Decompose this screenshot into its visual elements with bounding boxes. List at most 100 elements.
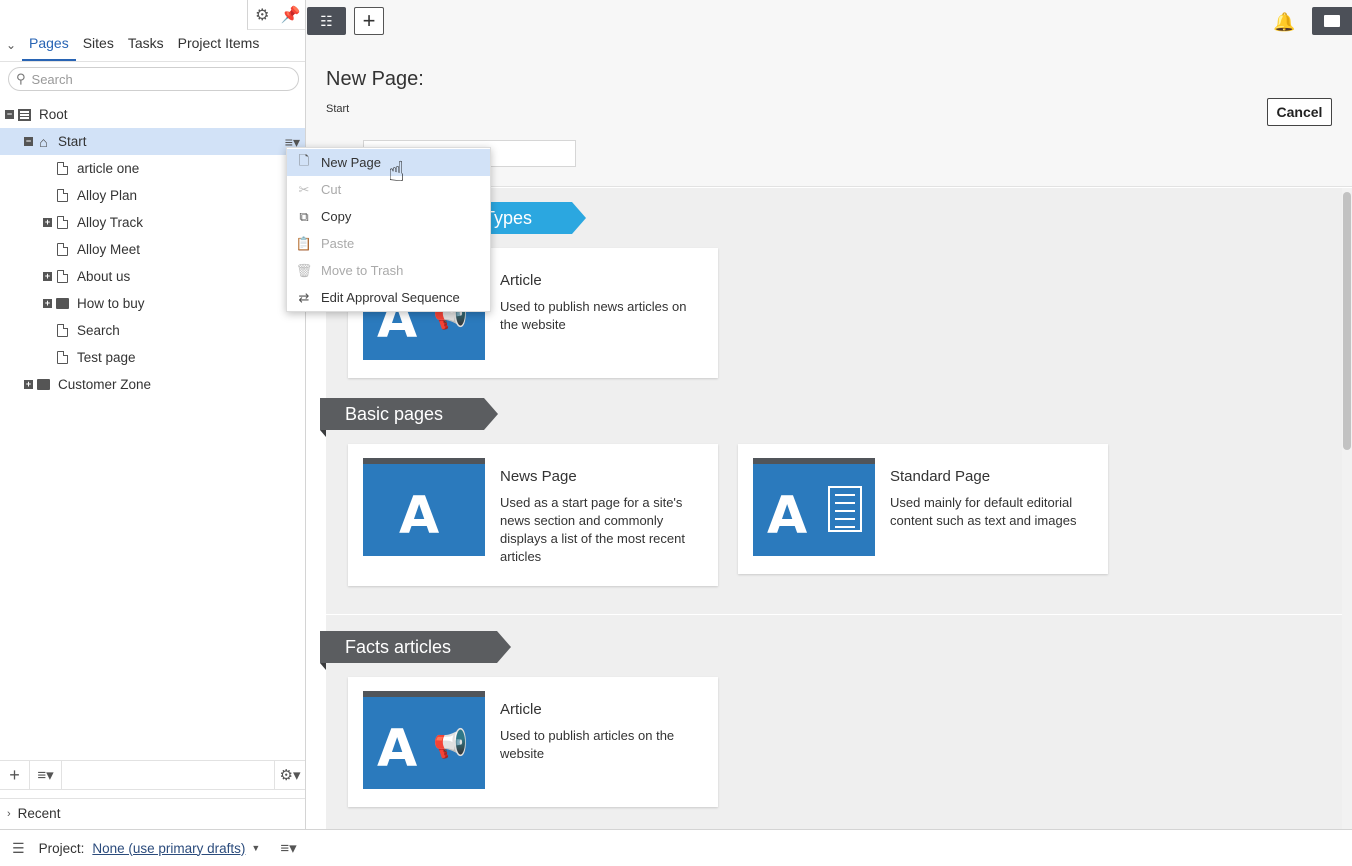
tree-node[interactable]: − ⌂ Start ≡▾ xyxy=(0,128,305,155)
search-input[interactable] xyxy=(31,71,272,87)
recent-section[interactable]: › Recent xyxy=(0,798,305,828)
expand-chevron-icon: › xyxy=(7,807,11,820)
tree-node[interactable]: + Customer Zone xyxy=(0,371,305,398)
page-title: New Page: xyxy=(326,68,424,90)
group-header-facts-articles: Facts articles xyxy=(320,631,511,670)
search-box: ⚲ xyxy=(8,67,299,91)
toggle-tree-button[interactable]: ☷ xyxy=(307,7,346,35)
tree-node[interactable]: Test page xyxy=(0,344,305,371)
collapse-icon[interactable]: − xyxy=(24,137,33,146)
folder-icon xyxy=(1324,15,1340,27)
tree-node[interactable]: + Alloy Track xyxy=(0,209,305,236)
page-icon xyxy=(55,243,70,257)
collapse-icon[interactable]: − xyxy=(5,110,14,119)
content-type-thumbnail: A 📢 xyxy=(363,691,485,789)
new-page-icon: 🗋 xyxy=(298,152,310,168)
group-separator xyxy=(326,614,1342,615)
settings-menu-icon[interactable]: ⚙▾ xyxy=(275,761,305,789)
tree-node[interactable]: + About us xyxy=(0,263,305,290)
add-icon[interactable]: + xyxy=(0,761,30,789)
group-header-basic-pages: Basic pages xyxy=(320,398,498,437)
card-title: News Page xyxy=(500,468,577,485)
tree-node[interactable]: Alloy Meet xyxy=(0,236,305,263)
assets-pane-button[interactable] xyxy=(1312,7,1352,35)
paste-icon: 📋 xyxy=(295,235,313,251)
letter-a-icon: A xyxy=(377,719,418,779)
pin-icon[interactable]: 📌 xyxy=(277,0,306,29)
tree-node-label: About us xyxy=(77,269,131,284)
expand-icon[interactable]: + xyxy=(43,218,52,227)
menu-item-label: Move to Trash xyxy=(321,263,404,278)
tree-node-label: Alloy Meet xyxy=(77,242,141,257)
content-type-card-standard-page[interactable]: A Standard Page Used mainly for default … xyxy=(738,444,1108,574)
nav-bottom-tools: + ≡▾ ⚙▾ xyxy=(0,760,305,790)
card-title: Article xyxy=(500,272,542,289)
vertical-scrollbar[interactable] xyxy=(1342,188,1352,829)
expand-icon[interactable]: + xyxy=(24,380,33,389)
project-bar: ☰ Project: None (use primary drafts) ▼ ≡… xyxy=(0,829,1352,866)
project-menu-icon[interactable]: ≡▾ xyxy=(280,839,296,857)
tab-pages[interactable]: Pages xyxy=(22,35,76,61)
tab-tasks[interactable]: Tasks xyxy=(121,35,171,61)
tree-node[interactable]: Alloy Plan xyxy=(0,182,305,209)
bottom-tools-spacer xyxy=(62,761,275,789)
page-icon xyxy=(55,324,70,338)
project-icon: ☰ xyxy=(12,839,25,856)
add-button[interactable]: + xyxy=(354,7,384,35)
folder-icon xyxy=(36,378,51,392)
card-description: Used to publish news articles on the web… xyxy=(500,299,687,332)
search-icon: ⚲ xyxy=(16,71,26,86)
content-type-card-facts-article[interactable]: A 📢 Article Used to publish articles on … xyxy=(348,677,718,807)
menu-item-paste: 📋 Paste xyxy=(287,230,490,257)
project-selector[interactable]: None (use primary drafts) xyxy=(92,841,245,856)
navigation-pane: ⚙ 📌 ⌄ Pages Sites Tasks Project Items ⚲ … xyxy=(0,0,306,829)
expand-icon[interactable]: + xyxy=(43,299,52,308)
folder-icon xyxy=(55,297,70,311)
tree-node-label: article one xyxy=(77,161,140,176)
menu-item-label: Cut xyxy=(321,182,342,197)
nav-top-tools: ⚙ 📌 xyxy=(247,0,305,30)
page-icon xyxy=(55,189,70,203)
menu-item-label: Copy xyxy=(321,209,352,224)
menu-item-copy[interactable]: ⧉ Copy xyxy=(287,203,490,230)
copy-icon: ⧉ xyxy=(299,208,309,224)
content-type-thumbnail: A xyxy=(363,458,485,556)
cancel-button[interactable]: Cancel xyxy=(1267,98,1332,126)
page-icon xyxy=(55,270,70,284)
menu-item-label: New Page xyxy=(321,155,381,170)
tree-node-label: How to buy xyxy=(77,296,145,311)
ribbon-fold xyxy=(320,430,326,437)
tab-project-items[interactable]: Project Items xyxy=(171,35,267,61)
megaphone-icon: 📢 xyxy=(433,728,468,759)
notification-bell-icon[interactable]: 🔔 xyxy=(1273,12,1295,33)
letter-a-icon: A xyxy=(767,486,808,546)
breadcrumb: Start xyxy=(326,103,350,115)
expand-icon[interactable]: + xyxy=(43,272,52,281)
menu-item-edit-approval-sequence[interactable]: ⇄ Edit Approval Sequence xyxy=(287,284,490,311)
list-menu-icon[interactable]: ≡▾ xyxy=(30,761,62,789)
tree-node[interactable]: − Root xyxy=(0,101,305,128)
card-description: Used mainly for default editorial conten… xyxy=(890,495,1077,528)
content-type-card-news-page[interactable]: A News Page Used as a start page for a s… xyxy=(348,444,718,586)
top-toolbar: ☷ + 🔔 xyxy=(306,0,1352,44)
tree-structure-icon: ☷ xyxy=(320,12,333,29)
recent-label: Recent xyxy=(17,806,61,821)
group-label: Facts articles xyxy=(345,636,452,657)
tab-sites[interactable]: Sites xyxy=(76,35,121,61)
hand-cursor-icon: ☝ xyxy=(388,156,406,187)
page-icon xyxy=(55,351,70,365)
card-description: Used as a start page for a site's news s… xyxy=(500,495,685,564)
collapse-chevron-icon[interactable]: ⌄ xyxy=(6,38,22,61)
tree-node[interactable]: + How to buy xyxy=(0,290,305,317)
caret-down-icon[interactable]: ▼ xyxy=(251,843,260,853)
scrollbar-thumb[interactable] xyxy=(1343,192,1351,450)
ribbon-fold xyxy=(320,663,326,670)
approval-sequence-icon: ⇄ xyxy=(298,289,310,305)
settings-gear-icon[interactable]: ⚙ xyxy=(248,0,277,29)
group-label: Types xyxy=(484,207,533,228)
tree-node[interactable]: Search xyxy=(0,317,305,344)
card-title: Standard Page xyxy=(890,468,991,485)
tree-node[interactable]: article one xyxy=(0,155,305,182)
page-tree: − Root − ⌂ Start ≡▾ article one Alloy Plan + Allo… xyxy=(0,101,305,398)
menu-item-label: Edit Approval Sequence xyxy=(321,290,460,305)
